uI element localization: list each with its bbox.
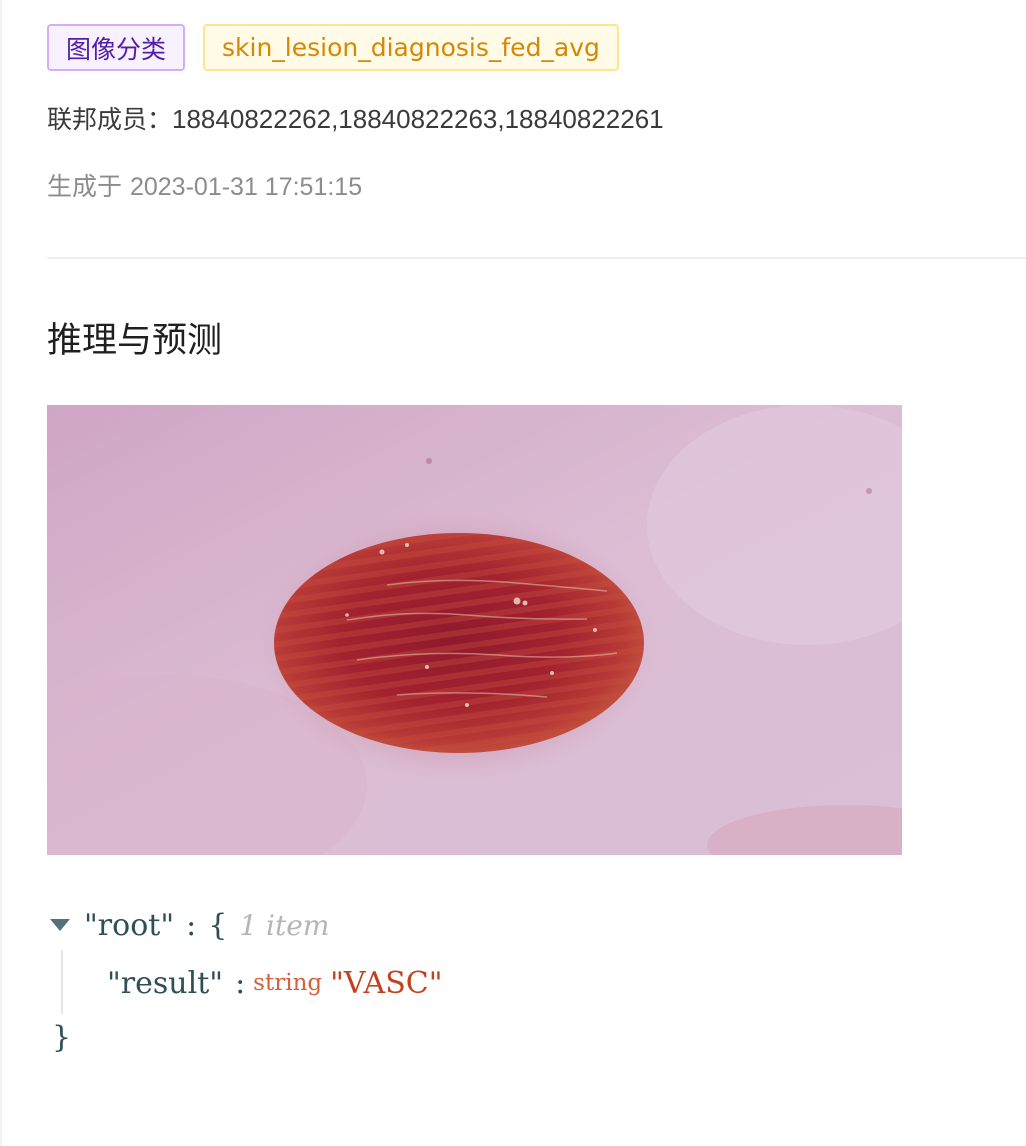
skin-lesion-image [47,405,902,855]
json-result-value: "VASC" [330,965,443,1001]
json-root-key: "root" [84,907,175,943]
json-result-key: "result" [107,965,224,1001]
json-result-type: string [253,970,323,996]
json-result-line: "result" : string "VASC" [107,963,443,1003]
section-title: 推理与预测 [47,321,223,361]
json-item-count: 1 item [239,908,330,942]
federation-members: 联邦成员：18840822262,18840822263,18840822261 [47,100,664,136]
generated-time: 生成于 2023-01-31 17:51:15 [47,167,362,203]
json-close-line: } [52,1017,71,1057]
json-root-line: "root" : { 1 item [50,905,329,945]
caret-down-icon[interactable] [50,919,70,931]
json-indent-guide [61,950,63,1014]
model-name-tag: skin_lesion_diagnosis_fed_avg [203,24,619,71]
generated-label: 生成于 [47,172,123,201]
json-result-colon: : [235,965,246,1001]
category-tag: 图像分类 [47,24,186,71]
members-value: 18840822262,18840822263,18840822261 [172,104,664,134]
tag-group: 图像分类 skin_lesion_diagnosis_fed_avg [47,24,619,71]
json-close-brace: } [52,1019,72,1055]
json-open-brace: { [208,907,228,943]
left-border [0,0,2,1146]
generated-value: 2023-01-31 17:51:15 [129,173,363,201]
json-colon: : [186,907,197,943]
members-label: 联邦成员： [47,105,173,134]
divider [47,257,1026,259]
